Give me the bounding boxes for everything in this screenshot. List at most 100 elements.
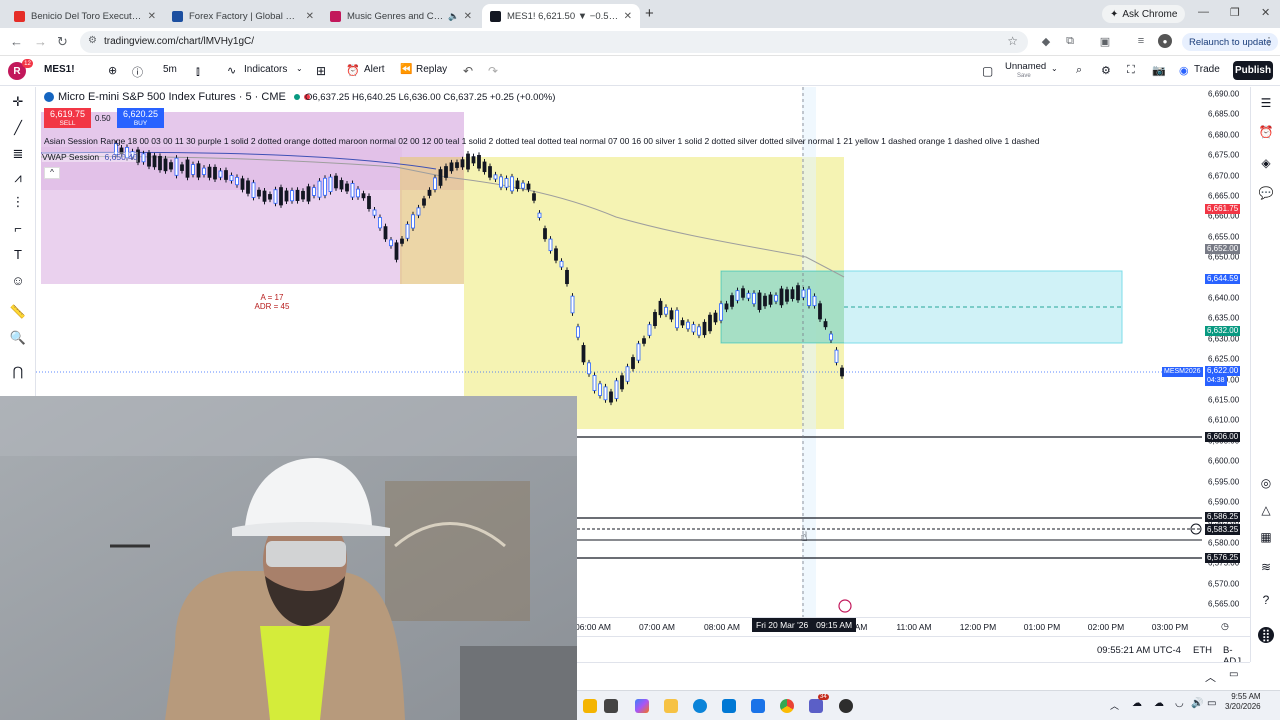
file-explorer-icon[interactable] [664,699,678,713]
store-icon[interactable] [722,699,736,713]
info-icon[interactable]: ⓘ [132,64,143,80]
brush-icon[interactable]: ⌐ [9,219,27,237]
cast-icon[interactable]: ▣ [1098,34,1112,48]
undo-icon[interactable]: ↶ [463,64,473,78]
fib-icon[interactable]: ≣ [9,145,27,163]
battery-icon[interactable]: ▭ [1207,698,1216,709]
camera-icon[interactable]: 📷 [1152,64,1166,77]
settings-icon[interactable]: ⚙ [1101,64,1111,77]
copilot-icon[interactable] [635,699,649,713]
ask-chrome-button[interactable]: ✦ Ask Chrome [1102,5,1186,23]
back-icon[interactable]: ← [10,34,23,49]
wifi-icon[interactable]: ◡ [1175,698,1184,709]
layout-icon[interactable]: ▢ [982,64,993,78]
projection-icon[interactable]: ⋮ [9,193,27,211]
symbol-search[interactable]: MES1! [44,64,75,75]
help-icon[interactable]: ? [1258,592,1274,608]
browser-tab[interactable]: Music Genres and Categori 🔈 ✕ [322,4,480,28]
puzzle-icon[interactable]: ⧉ [1063,34,1077,48]
replay-icon[interactable]: ⏪ [400,64,412,75]
close-icon[interactable]: ✕ [302,11,314,22]
timezone-icon[interactable]: ◷ [1221,621,1229,632]
trendline-icon[interactable]: ╱ [9,119,27,137]
maximize-panel-icon[interactable]: ▭ [1229,669,1238,680]
event-marker-icon[interactable] [838,599,852,613]
buy-button[interactable]: 6,620.25 BUY [117,108,164,128]
site-info-icon[interactable]: ⚙ [88,35,97,46]
target-icon[interactable]: ◎ [1258,475,1274,491]
redo-icon[interactable]: ↷ [488,64,498,78]
compare-icon[interactable]: ⊕ [108,64,117,77]
collapse-legend-icon[interactable]: ^ [44,167,60,179]
bookmark-star-icon[interactable]: ☆ [1007,34,1018,48]
indicator-legend-asian-range[interactable]: Asian Session Range 18 00 03 00 11 30 pu… [44,136,1039,146]
trade-button[interactable]: Trade [1194,64,1220,75]
pattern-icon[interactable]: ⩘ [9,169,27,187]
indicators-icon[interactable]: ∿ [227,64,236,77]
clock-readout[interactable]: 09:55:21 AM UTC-4 [1097,645,1181,656]
new-tab-button[interactable]: + [645,5,654,22]
layout-name[interactable]: Unnamed [1005,61,1046,72]
crosshair-icon[interactable]: ✛ [9,93,27,111]
trade-icon[interactable]: ◉ [1179,64,1189,77]
session-toggle[interactable]: ETH [1193,645,1212,656]
alerts-icon[interactable]: ⏰ [1258,124,1274,140]
close-icon[interactable]: ✕ [620,11,632,22]
media-icon[interactable]: ≡ [1134,34,1148,48]
close-icon[interactable]: ✕ [460,11,472,22]
chevron-up-icon[interactable]: ︿ [1205,669,1216,685]
emoji-icon[interactable]: ☺ [9,271,27,289]
browser-tab-active[interactable]: MES1! 6,621.50 ▼ −0.58% Unn ✕ [482,4,640,28]
extension-icon[interactable]: ◆ [1039,34,1053,48]
minimize-icon[interactable]: — [1198,6,1209,18]
chat-icon[interactable]: 💬 [1258,185,1274,201]
signal-icon[interactable]: ≋ [1258,559,1274,575]
window-close-icon[interactable]: ✕ [1261,6,1270,19]
url-text[interactable]: tradingview.com/chart/lMVHy1gC/ [104,36,254,47]
candles-icon[interactable]: ⫾ [196,64,200,79]
templates-icon[interactable]: ⊞ [316,64,326,78]
speaker-icon[interactable]: 🔈 [448,11,459,22]
sell-button[interactable]: 6,619.75 SELL [44,108,91,128]
alert-button[interactable]: Alert [364,64,385,75]
symbol-title[interactable]: Micro E-mini S&P 500 Index Futures · 5 ·… [44,91,310,103]
chevron-down-icon[interactable]: ⌄ [296,64,303,73]
triangle-icon[interactable]: △ [1258,502,1274,518]
fullscreen-icon[interactable]: ⛶ [1127,64,1135,77]
teams-icon[interactable] [809,699,823,713]
publish-button[interactable]: Publish [1233,61,1273,80]
apps-icon[interactable]: ⣿ [1258,627,1274,643]
chrome-icon[interactable] [780,699,794,713]
app-icon[interactable] [839,699,853,713]
reload-icon[interactable]: ↻ [57,34,68,50]
zoom-icon[interactable]: 🔍 [9,329,27,347]
indicators-button[interactable]: Indicators [244,64,287,75]
ruler-icon[interactable]: 📏 [9,303,27,321]
forward-icon[interactable]: → [34,34,47,49]
restore-icon[interactable]: ❐ [1230,6,1240,19]
omnibox[interactable]: ⚙ tradingview.com/chart/lMVHy1gC/ ☆ [80,31,1028,53]
price-axis[interactable]: 6,690.00 6,685.00 6,680.00 6,675.00 6,670.00… [1162,87,1250,617]
tray-chevron-icon[interactable]: ︿ [1110,699,1119,712]
browser-tab[interactable]: Benicio Del Toro Executes the C ✕ [6,4,164,28]
interval-selector[interactable]: 5m [163,64,177,75]
taskbar-clock[interactable]: 9:55 AM 3/20/2026 [1225,692,1261,712]
text-icon[interactable]: T [9,245,27,263]
layers-icon[interactable]: ◈ [1258,155,1274,171]
magnet-icon[interactable]: ⋂ [9,363,27,381]
onedrive-icon[interactable]: ☁ [1154,698,1164,709]
alarm-icon[interactable]: ⏰ [346,64,360,77]
volume-icon[interactable]: 🔊 [1191,698,1203,709]
close-icon[interactable]: ✕ [144,11,156,22]
weather-icon[interactable] [583,699,597,713]
search-icon[interactable]: ⌕ [1076,64,1082,77]
profile-avatar-icon[interactable]: ● [1158,34,1172,48]
indicator-legend-vwap[interactable]: VWAP Session 6,650.40 [42,152,138,162]
calendar-icon[interactable]: ▦ [1258,529,1274,545]
replay-button[interactable]: Replay [416,64,447,75]
outlook-icon[interactable] [751,699,765,713]
time-axis[interactable]: 06:00 AM 07:00 AM 08:00 AM AM 11:00 AM 12:00 … [575,617,1250,635]
chevron-down-icon[interactable]: ⌄ [1051,64,1058,73]
cloud-icon[interactable]: ☁ [1132,698,1142,709]
watchlist-icon[interactable]: ☰ [1258,95,1274,111]
